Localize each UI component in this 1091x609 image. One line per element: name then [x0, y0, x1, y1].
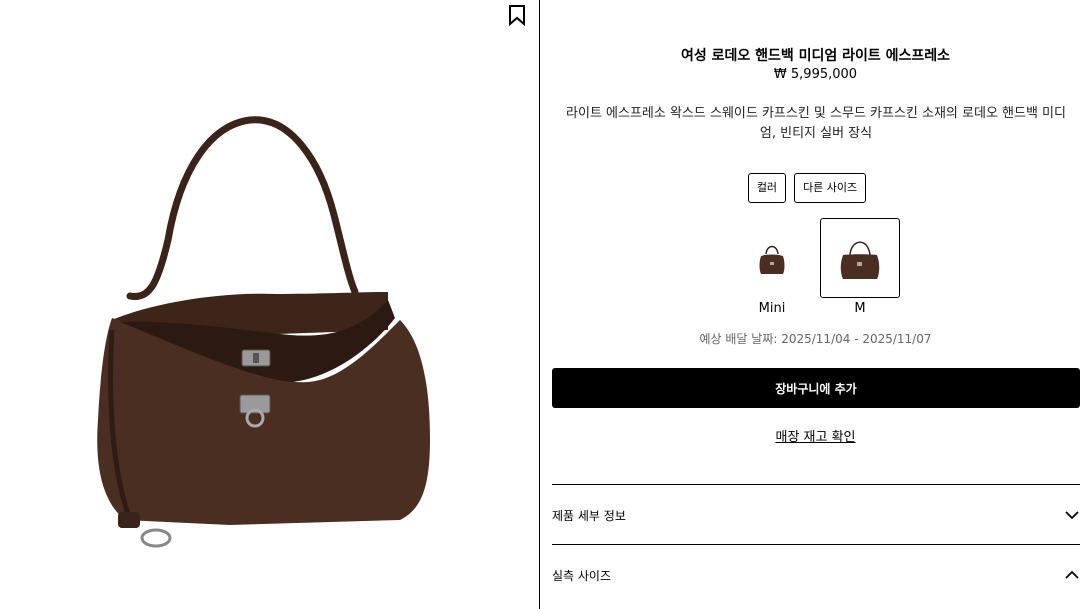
add-to-cart-button[interactable]: 장바구니에 추가	[552, 368, 1080, 408]
option-tags: 컬러 다른 사이즈	[540, 173, 1091, 203]
delivery-estimate: 예상 배달 날짜: 2025/11/04 - 2025/11/07	[699, 332, 932, 346]
store-stock-link[interactable]: 매장 재고 확인	[540, 426, 1091, 445]
product-image	[97, 116, 430, 548]
other-sizes-button[interactable]: 다른 사이즈	[794, 173, 867, 203]
accordion-measurements[interactable]: 실측 사이즈	[552, 546, 1080, 604]
accordion-measurements-label: 실측 사이즈	[552, 568, 612, 583]
variant-m[interactable]: M	[820, 218, 900, 316]
variant-mini[interactable]: Mini	[747, 218, 797, 316]
product-info-panel: 여성 로데오 핸드백 미디엄 라이트 에스프레소 ₩ 5,995,000 라이트…	[540, 0, 1091, 609]
product-image-panel	[0, 0, 539, 609]
bookmark-icon[interactable]	[506, 4, 528, 27]
accordion-product-details-label: 제품 세부 정보	[552, 508, 626, 523]
variant-m-label: M	[854, 301, 866, 316]
variant-m-thumbnail	[820, 218, 900, 298]
accordion-divider	[552, 544, 1080, 545]
product-title: 여성 로데오 핸드백 미디엄 라이트 에스프레소	[680, 48, 951, 64]
accordion-product-details[interactable]: 제품 세부 정보	[552, 486, 1080, 544]
chevron-down-icon	[1064, 507, 1080, 523]
variant-mini-label: Mini	[758, 301, 786, 316]
accordion-divider	[552, 484, 1080, 485]
chevron-up-icon	[1064, 567, 1080, 583]
variant-mini-thumbnail	[747, 218, 797, 298]
product-description: 라이트 에스프레소 왁스드 스웨이드 카프스킨 및 스무드 카프스킨 소재의 로…	[566, 106, 1066, 141]
product-price: ₩ 5,995,000	[773, 67, 858, 82]
color-option-button[interactable]: 컬러	[747, 173, 787, 203]
